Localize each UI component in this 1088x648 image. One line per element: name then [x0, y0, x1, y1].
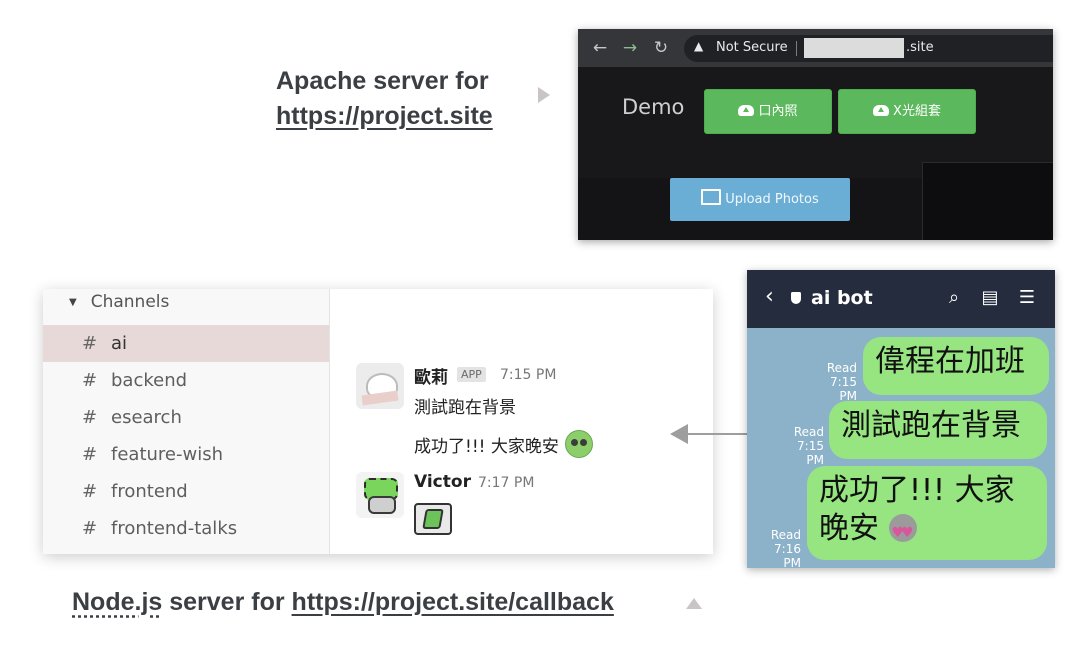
apache-caption: Apache server for https://project.site — [276, 64, 536, 134]
chat-bubble-line: 晚安 — [819, 511, 879, 546]
reload-icon[interactable]: ↻ — [649, 36, 673, 60]
hash-icon: # — [82, 333, 98, 354]
hash-icon: # — [82, 481, 98, 502]
url-domain-suffix[interactable]: .site — [906, 40, 934, 55]
xray-set-label: X光組套 — [893, 104, 941, 119]
apache-caption-text: Apache server for — [276, 67, 489, 95]
message-pane: 歐莉 APP 7:15 PM 測試跑在背景 成功了!!! 大家晚安 Victor… — [330, 289, 713, 554]
arrow-left-icon — [670, 424, 688, 444]
redacted-domain — [804, 38, 904, 58]
channel-item-ai[interactable]: # ai — [43, 325, 329, 362]
channel-item-frontend-talks[interactable]: # frontend-talks — [43, 510, 329, 547]
read-receipt: Read 7:16 PM — [754, 528, 801, 568]
channels-title: Channels — [90, 292, 170, 312]
message-time: 7:16 PM — [774, 542, 801, 568]
message-author[interactable]: 歐莉 — [414, 363, 448, 388]
chat-bubble-line: 成功了!!! 大家 — [819, 473, 1015, 508]
cloud-upload-icon — [873, 105, 890, 116]
node-caption-text: server for — [162, 588, 292, 616]
chat-title[interactable]: ai bot — [811, 287, 873, 309]
message-timestamp[interactable]: 7:17 PM — [478, 475, 534, 491]
sticker-icon[interactable] — [414, 503, 452, 535]
app-badge: APP — [457, 367, 486, 382]
chat-bubble-line-wrap: 晚安 — [819, 510, 1035, 552]
menu-icon[interactable]: ☰ — [1017, 288, 1037, 308]
chat-header: ‹ ai bot ⌕ ▤ ☰ — [747, 270, 1055, 328]
read-label: Read — [826, 361, 857, 375]
channel-name: ai — [111, 333, 128, 354]
forward-arrow-icon[interactable]: → — [618, 36, 642, 60]
hash-icon: # — [82, 518, 98, 539]
channel-sidebar: ▼ Channels # ai # backend # esearch # fea… — [43, 289, 330, 554]
triangle-right-icon — [538, 87, 550, 103]
shield-icon — [791, 292, 801, 304]
back-arrow-icon[interactable]: ← — [588, 36, 612, 60]
pixel-art-shape — [368, 496, 396, 514]
line-chat-window: ‹ ai bot ⌕ ▤ ☰ Read 7:15 PM 偉程在加班 Read 7… — [747, 270, 1055, 568]
channel-name: frontend-talks — [111, 518, 238, 539]
triangle-up-icon — [686, 598, 702, 609]
channel-name: backend — [111, 370, 188, 391]
side-panel — [922, 162, 1053, 240]
cloud-upload-icon — [738, 105, 755, 116]
message-timestamp[interactable]: 7:15 PM — [500, 367, 556, 383]
notes-icon[interactable]: ▤ — [980, 288, 1000, 308]
hash-icon: # — [82, 407, 98, 428]
xray-set-button[interactable]: X光組套 — [838, 89, 976, 134]
message-text-line: 成功了!!! 大家晚安 — [414, 430, 593, 458]
channel-item-esearch[interactable]: # esearch — [43, 399, 329, 436]
heart-eyes-emoji-icon — [564, 430, 593, 458]
read-label: Read — [793, 425, 824, 439]
channel-item-feature-wish[interactable]: # feature-wish — [43, 436, 329, 473]
avatar[interactable] — [356, 472, 404, 518]
upload-photos-button[interactable]: Upload Photos — [670, 178, 850, 221]
url-separator — [796, 41, 797, 56]
read-receipt: Read 7:15 PM — [810, 361, 857, 403]
chat-bubble[interactable]: 成功了!!! 大家 晚安 — [807, 466, 1047, 560]
message-text: 成功了!!! 大家晚安 — [414, 437, 559, 457]
slack-window: ▼ Channels # ai # backend # esearch # fea… — [43, 289, 713, 554]
warning-icon[interactable]: ▲ — [694, 39, 703, 53]
nodejs-label: Node.js — [72, 588, 163, 616]
heart-eyes-emoji-icon — [888, 514, 917, 552]
node-caption: Node.js server for https://project.site/… — [72, 588, 614, 617]
browser-toolbar: ← → ↻ ▲ Not Secure .site — [578, 29, 1053, 67]
upload-photos-label: Upload Photos — [725, 192, 819, 207]
search-icon[interactable]: ⌕ — [944, 288, 964, 308]
intraoral-photo-button[interactable]: 口內照 — [704, 89, 832, 134]
node-caption-link[interactable]: https://project.site/callback — [292, 588, 614, 616]
security-label[interactable]: Not Secure — [716, 40, 788, 55]
address-bar[interactable]: ▲ Not Secure .site — [684, 35, 1053, 62]
browser-window: ← → ↻ ▲ Not Secure .site Demo 口內照 X光組套 U… — [578, 29, 1053, 240]
read-receipt: Read 7:15 PM — [776, 425, 824, 467]
avatar[interactable] — [356, 363, 404, 409]
hash-icon: # — [82, 444, 98, 465]
message-author[interactable]: Victor — [414, 472, 471, 492]
channel-name: esearch — [111, 407, 182, 428]
channel-name: feature-wish — [111, 444, 223, 465]
back-chevron-icon[interactable]: ‹ — [765, 284, 774, 309]
caret-down-icon[interactable]: ▼ — [69, 297, 77, 308]
intraoral-photo-label: 口內照 — [758, 104, 798, 119]
hash-icon: # — [82, 370, 98, 391]
message-time: 7:15 PM — [797, 439, 824, 467]
message-text: 測試跑在背景 — [414, 398, 516, 418]
message-time: 7:15 PM — [830, 375, 857, 403]
image-icon — [701, 189, 722, 205]
chat-bubble[interactable]: 偉程在加班 — [863, 337, 1049, 395]
apache-caption-link[interactable]: https://project.site — [276, 99, 536, 134]
brand-title[interactable]: Demo — [622, 95, 684, 119]
channel-item-backend[interactable]: # backend — [43, 362, 329, 399]
channel-item-frontend[interactable]: # frontend — [43, 473, 329, 510]
channel-name: frontend — [111, 481, 188, 502]
channels-header[interactable]: ▼ Channels — [69, 292, 169, 312]
chat-bubble[interactable]: 測試跑在背景 — [829, 401, 1047, 459]
read-label: Read — [770, 528, 801, 542]
